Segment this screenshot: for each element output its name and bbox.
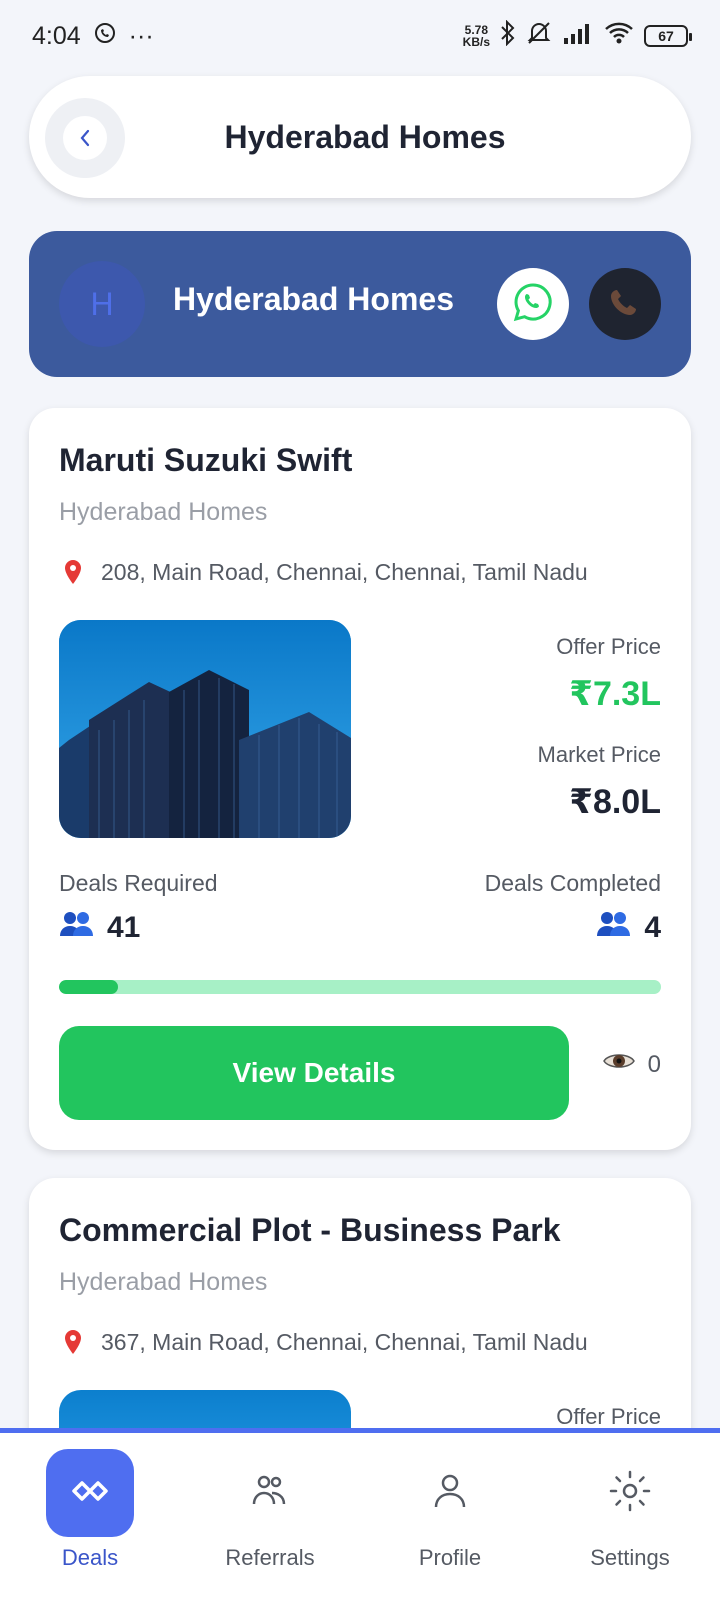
- deals-required-value: 41: [107, 910, 141, 944]
- top-app-bar: Hyderabad Homes: [29, 76, 691, 198]
- nav-item-profile[interactable]: Profile: [360, 1449, 540, 1589]
- battery-icon: 67: [644, 25, 692, 47]
- sun-settings-icon: [608, 1469, 652, 1518]
- whatsapp-icon: [512, 281, 554, 328]
- nav-item-deals[interactable]: Deals: [0, 1449, 180, 1589]
- signal-icon: [562, 22, 594, 50]
- offer-price-label: Offer Price: [556, 634, 661, 659]
- nav-label: Deals: [61, 1545, 119, 1570]
- network-speed: 5.78 KB/s: [462, 23, 490, 49]
- nav-icon-container: [226, 1449, 314, 1537]
- nav-label: Settings: [590, 1545, 670, 1570]
- nav-item-settings[interactable]: Settings: [540, 1449, 720, 1589]
- vendor-name: Hyderabad Homes: [173, 281, 454, 317]
- deal-title: Maruti Suzuki Swift: [59, 442, 353, 478]
- page-title: Hyderabad Homes: [224, 118, 506, 155]
- deals-progress-bar: [59, 980, 661, 994]
- whatsapp-button[interactable]: [497, 268, 569, 340]
- users-icon: [250, 1472, 290, 1515]
- deal-address-text: 367, Main Road, Chennai, Chennai, Tamil …: [101, 1328, 588, 1355]
- deals-completed: 4: [596, 910, 661, 945]
- deals-required: 41: [59, 910, 140, 945]
- bottom-navigation: Deals Referrals Profile Settings: [0, 1428, 720, 1600]
- vendor-banner: H Hyderabad Homes: [29, 231, 691, 377]
- nav-label: Referrals: [225, 1545, 315, 1570]
- view-count: 0: [602, 1050, 661, 1079]
- deal-company: Hyderabad Homes: [59, 1268, 268, 1296]
- view-count-value: 0: [647, 1050, 661, 1078]
- whatsapp-notification-icon: [93, 21, 117, 52]
- deals-completed-label: Deals Completed: [484, 870, 661, 896]
- eye-icon: [602, 1050, 636, 1079]
- chevron-left-icon: [63, 116, 107, 160]
- mute-icon: [526, 20, 552, 52]
- people-icon: [596, 910, 632, 945]
- bluetooth-icon: [500, 19, 516, 52]
- status-time: 4:04: [32, 21, 81, 50]
- nav-item-referrals[interactable]: Referrals: [180, 1449, 360, 1589]
- nav-icon-container: [406, 1449, 494, 1537]
- market-price-label: Market Price: [537, 742, 661, 767]
- nav-label: Profile: [418, 1545, 482, 1570]
- deal-address: 367, Main Road, Chennai, Chennai, Tamil …: [59, 1328, 588, 1356]
- phone-icon: [605, 282, 645, 327]
- more-notifications-icon: ···: [128, 21, 154, 50]
- wifi-icon: [604, 21, 634, 51]
- deal-address-text: 208, Main Road, Chennai, Chennai, Tamil …: [101, 558, 588, 585]
- call-button[interactable]: [589, 268, 661, 340]
- user-icon: [430, 1471, 470, 1516]
- view-details-button[interactable]: View Details: [59, 1026, 569, 1120]
- market-price-value: ₹8.0L: [569, 783, 661, 821]
- location-pin-icon: [59, 558, 87, 586]
- deal-company: Hyderabad Homes: [59, 498, 268, 526]
- progress-fill: [59, 980, 118, 994]
- location-pin-icon: [59, 1328, 87, 1356]
- deal-image[interactable]: [59, 620, 351, 838]
- deal-card[interactable]: Maruti Suzuki Swift Hyderabad Homes 208,…: [29, 408, 691, 1150]
- deal-address: 208, Main Road, Chennai, Chennai, Tamil …: [59, 558, 588, 586]
- deals-required-label: Deals Required: [59, 870, 218, 896]
- deals-completed-value: 4: [644, 910, 661, 944]
- nav-icon-container: [46, 1449, 134, 1537]
- status-bar: 4:04 ··· 5.78 KB/s 67: [0, 0, 720, 72]
- nav-icon-container: [586, 1449, 674, 1537]
- handshake-icon: [70, 1477, 110, 1510]
- deal-title: Commercial Plot - Business Park: [59, 1212, 561, 1248]
- offer-price-value: ₹7.3L: [569, 675, 661, 713]
- offer-price-label: Offer Price: [556, 1404, 661, 1429]
- vendor-avatar: H: [59, 261, 145, 347]
- people-icon: [59, 910, 95, 945]
- back-button[interactable]: [45, 98, 125, 178]
